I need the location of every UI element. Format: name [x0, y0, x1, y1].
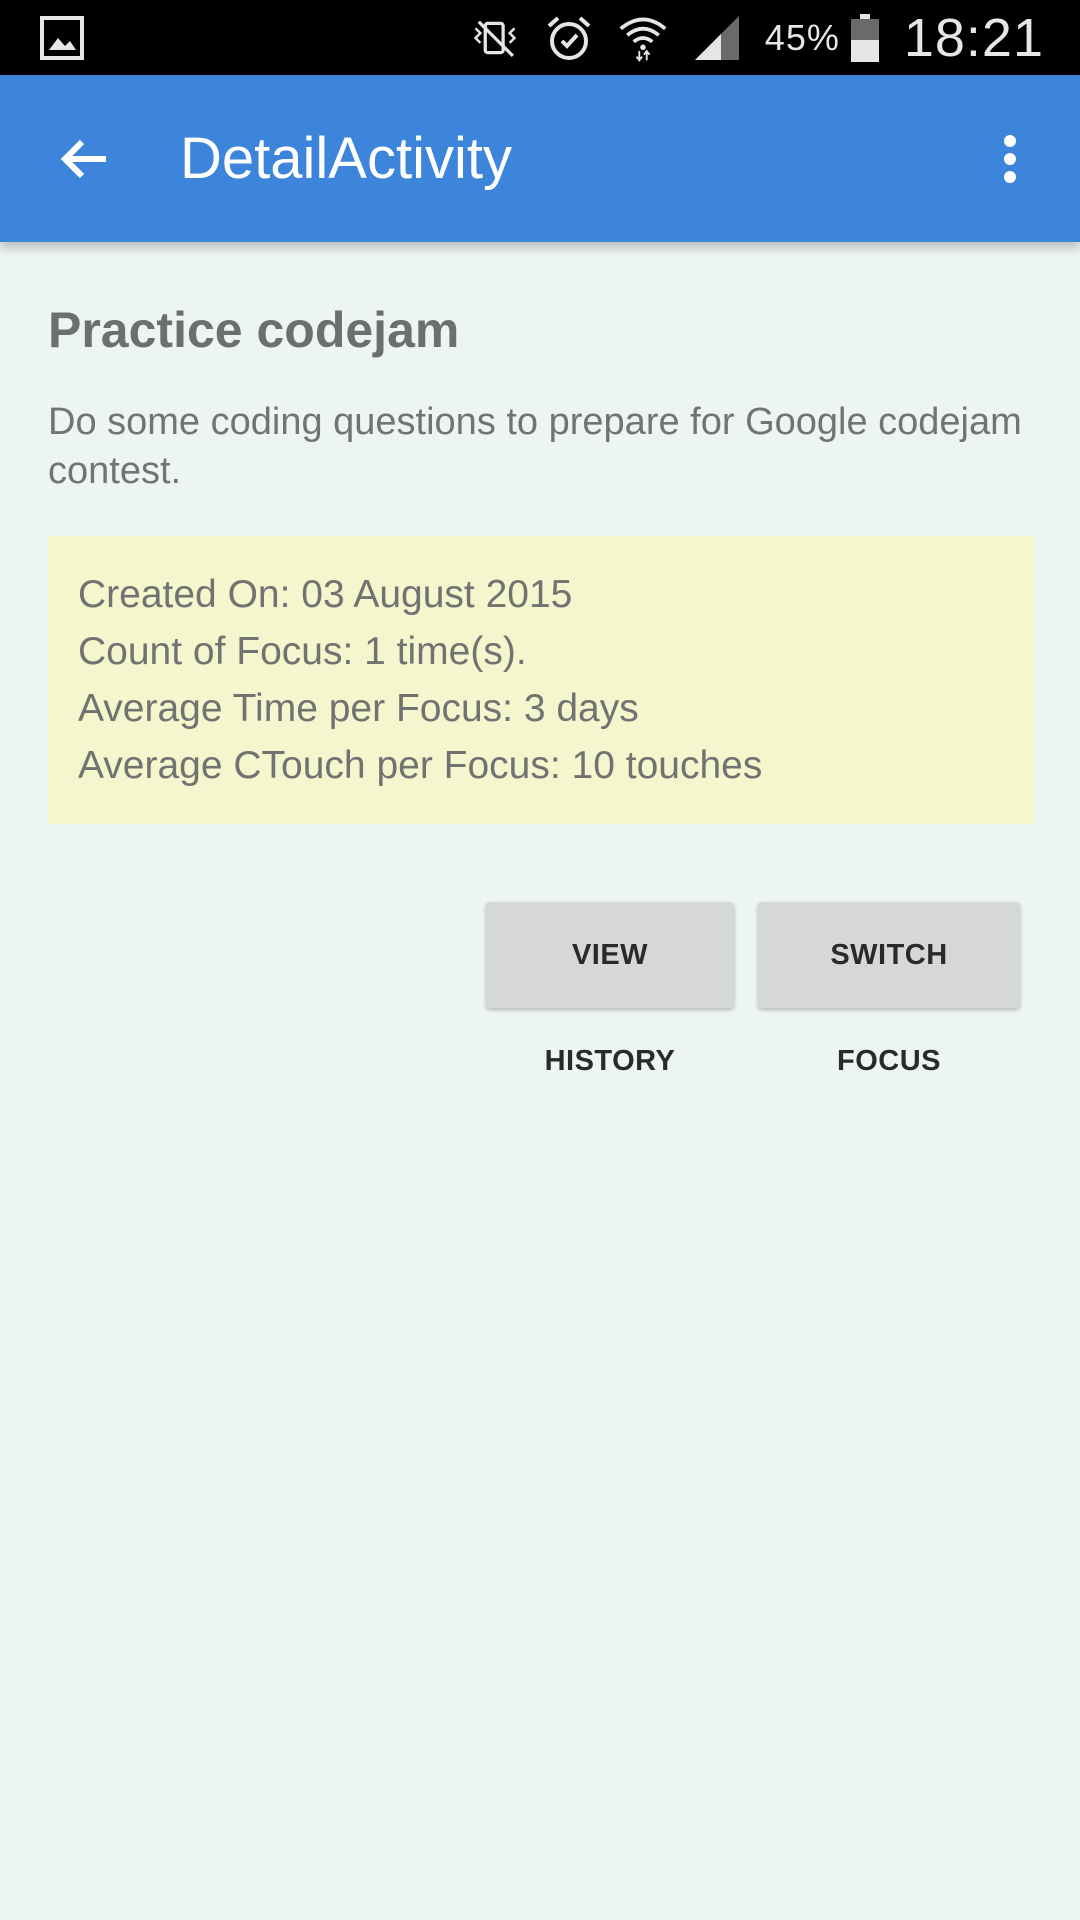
focus-stats-box: Created On: 03 August 2015 Count of Focu…	[48, 536, 1034, 824]
wifi-icon	[617, 12, 669, 64]
app-bar: DetailActivity	[0, 75, 1080, 242]
average-ctouch-text: Average CTouch per Focus: 10 touches	[78, 744, 763, 787]
status-clock: 18:21	[903, 7, 1044, 68]
overflow-menu-button[interactable]	[970, 119, 1050, 199]
battery-percent: 45%	[764, 16, 840, 58]
count-of-focus-text: Count of Focus: 1 time(s).	[78, 630, 527, 673]
status-bar: 45% 18:21	[0, 0, 1080, 75]
detail-content: Practice codejam Do some coding question…	[48, 290, 1034, 824]
switch-focus-button[interactable]: SWITCH FOCUS	[758, 902, 1020, 1077]
created-on-text: Created On: 03 August 2015	[78, 573, 573, 616]
cell-signal-icon	[691, 12, 743, 64]
app-bar-title: DetailActivity	[180, 126, 512, 191]
more-vertical-icon	[1004, 135, 1016, 183]
vibrate-mute-icon	[469, 12, 521, 64]
focus-title: Practice codejam	[48, 302, 460, 358]
battery-icon	[848, 12, 882, 64]
focus-description: Do some coding questions to prepare for …	[48, 401, 1022, 492]
average-time-text: Average Time per Focus: 3 days	[78, 687, 639, 730]
view-history-button[interactable]: VIEW HISTORY	[486, 902, 734, 1077]
action-buttons: VIEW HISTORY SWITCH FOCUS	[486, 902, 1020, 1077]
gallery-notification-icon	[40, 16, 84, 60]
alarm-icon	[543, 12, 595, 64]
back-button[interactable]	[44, 119, 124, 199]
back-arrow-icon	[60, 139, 106, 179]
